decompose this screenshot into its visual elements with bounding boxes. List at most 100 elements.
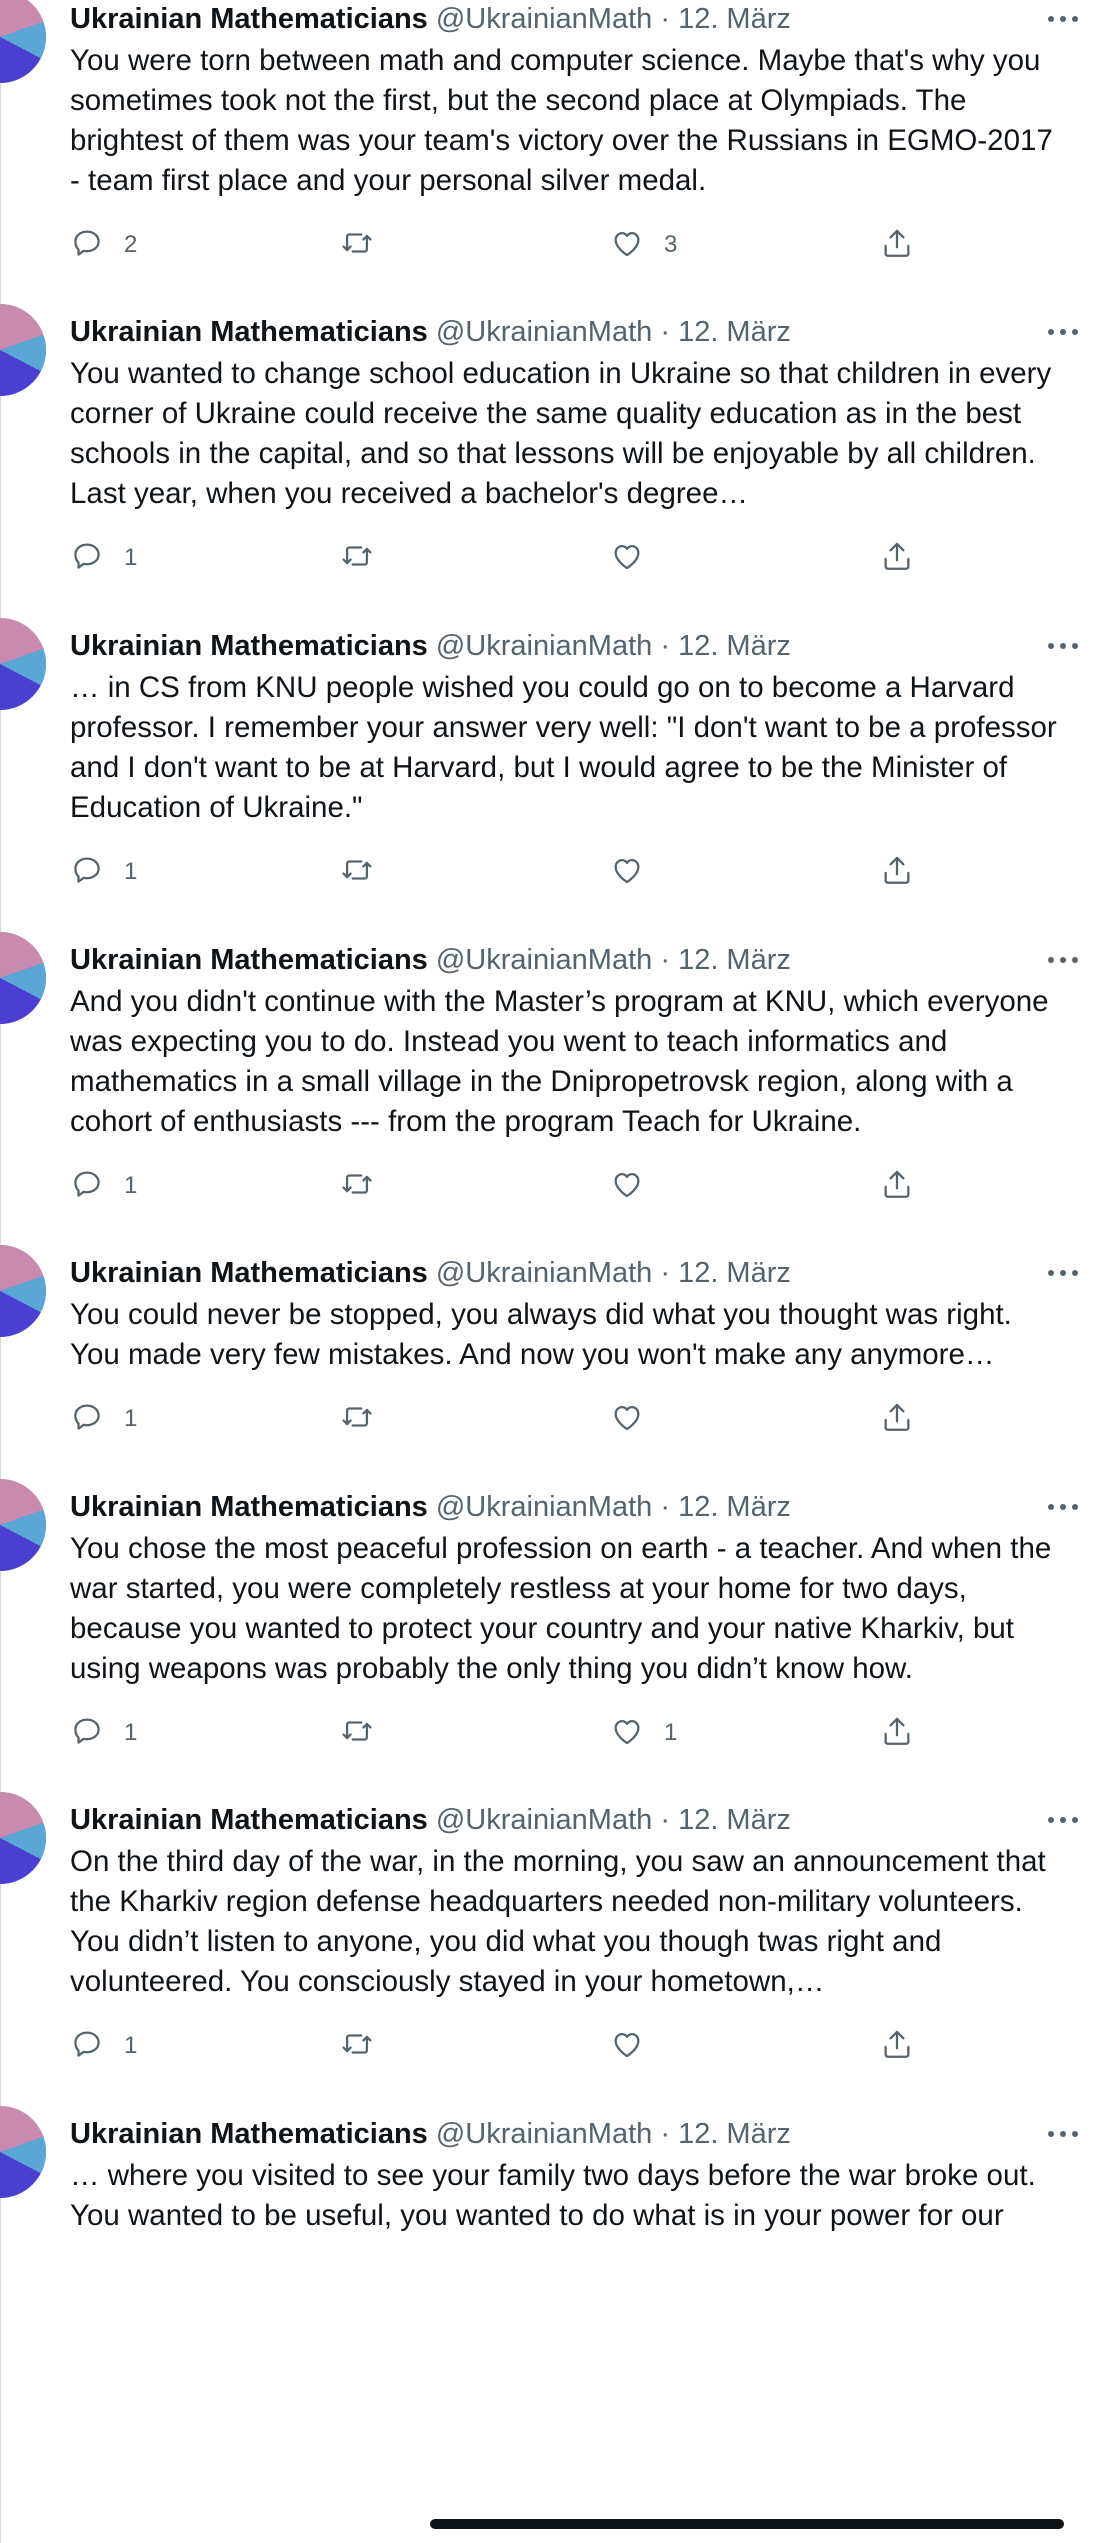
tweet-date[interactable]: 12. März — [678, 3, 791, 35]
author-name[interactable]: Ukrainian Mathematicians — [70, 3, 428, 35]
share-icon — [880, 1400, 914, 1439]
retweet-button[interactable] — [340, 852, 394, 892]
tweet-actions: 11 — [70, 1713, 970, 1753]
tweet-date[interactable]: 12. März — [678, 1257, 791, 1289]
share-button[interactable] — [880, 538, 914, 578]
avatar[interactable] — [0, 0, 46, 83]
tweet-actions: 1 — [70, 852, 970, 892]
heart-icon — [610, 1714, 644, 1753]
retweet-button[interactable] — [340, 1399, 394, 1439]
more-icon[interactable] — [1045, 1808, 1081, 1832]
like-button[interactable] — [610, 852, 664, 892]
reply-button[interactable]: 1 — [70, 1399, 137, 1439]
tweet-header: Ukrainian Mathematicians @UkrainianMath … — [70, 1800, 791, 1840]
like-button[interactable] — [610, 1399, 664, 1439]
retweet-icon — [340, 1714, 374, 1753]
author-handle[interactable]: @UkrainianMath — [436, 316, 652, 348]
tweet-actions: 1 — [70, 538, 970, 578]
reply-button[interactable]: 1 — [70, 852, 137, 892]
author-handle[interactable]: @UkrainianMath — [436, 1257, 652, 1289]
tweet-date[interactable]: 12. März — [678, 630, 791, 662]
author-handle[interactable]: @UkrainianMath — [436, 2118, 652, 2150]
share-icon — [880, 1714, 914, 1753]
home-indicator[interactable] — [430, 2519, 1064, 2529]
meta-separator: · — [652, 2118, 679, 2150]
reply-button[interactable]: 1 — [70, 1166, 137, 1206]
author-name[interactable]: Ukrainian Mathematicians — [70, 1491, 428, 1523]
share-button[interactable] — [880, 852, 914, 892]
avatar[interactable] — [0, 618, 46, 710]
tweet-date[interactable]: 12. März — [678, 1491, 791, 1523]
retweet-button[interactable] — [340, 225, 394, 265]
meta-separator: · — [652, 944, 679, 976]
author-name[interactable]: Ukrainian Mathematicians — [70, 2118, 428, 2150]
share-button[interactable] — [880, 1713, 914, 1753]
reply-button[interactable]: 1 — [70, 2026, 137, 2066]
more-icon[interactable] — [1045, 7, 1081, 31]
retweet-button[interactable] — [340, 538, 394, 578]
more-icon[interactable] — [1045, 320, 1081, 344]
like-button[interactable] — [610, 538, 664, 578]
retweet-button[interactable] — [340, 2026, 394, 2066]
reply-button[interactable]: 1 — [70, 538, 137, 578]
reply-icon — [70, 1400, 104, 1439]
more-icon[interactable] — [1045, 1261, 1081, 1285]
avatar[interactable] — [0, 932, 46, 1024]
share-icon — [880, 1167, 914, 1206]
author-name[interactable]: Ukrainian Mathematicians — [70, 630, 428, 662]
avatar[interactable] — [0, 1792, 46, 1884]
share-button[interactable] — [880, 1166, 914, 1206]
tweet-actions: 23 — [70, 225, 970, 265]
reply-button[interactable]: 1 — [70, 1713, 137, 1753]
retweet-button[interactable] — [340, 1166, 394, 1206]
tweet-date[interactable]: 12. März — [678, 1804, 791, 1836]
author-handle[interactable]: @UkrainianMath — [436, 1804, 652, 1836]
author-handle[interactable]: @UkrainianMath — [436, 1491, 652, 1523]
like-button[interactable]: 1 — [610, 1713, 677, 1753]
tweet-date[interactable]: 12. März — [678, 944, 791, 976]
like-button[interactable]: 3 — [610, 225, 677, 265]
more-icon[interactable] — [1045, 634, 1081, 658]
reply-icon — [70, 1714, 104, 1753]
tweet-header: Ukrainian Mathematicians @UkrainianMath … — [70, 2114, 791, 2154]
more-icon[interactable] — [1045, 2122, 1081, 2146]
like-button[interactable] — [610, 1166, 664, 1206]
like-button[interactable] — [610, 2026, 664, 2066]
share-button[interactable] — [880, 2026, 914, 2066]
reply-icon — [70, 2027, 104, 2066]
tweet-text: You wanted to change school education in… — [70, 357, 1052, 510]
share-icon — [880, 226, 914, 265]
tweet-date[interactable]: 12. März — [678, 2118, 791, 2150]
author-name[interactable]: Ukrainian Mathematicians — [70, 1804, 428, 1836]
more-icon[interactable] — [1045, 1495, 1081, 1519]
share-icon — [880, 2027, 914, 2066]
author-name[interactable]: Ukrainian Mathematicians — [70, 316, 428, 348]
tweet-actions: 1 — [70, 2026, 970, 2066]
more-icon[interactable] — [1045, 948, 1081, 972]
author-handle[interactable]: @UkrainianMath — [436, 630, 652, 662]
tweet-date[interactable]: 12. März — [678, 316, 791, 348]
reply-count: 1 — [124, 1172, 138, 1199]
avatar[interactable] — [0, 2106, 46, 2198]
share-button[interactable] — [880, 225, 914, 265]
tweet-header: Ukrainian Mathematicians @UkrainianMath … — [70, 0, 791, 39]
author-name[interactable]: Ukrainian Mathematicians — [70, 1257, 428, 1289]
tweet-text: … where you visited to see your family t… — [70, 2159, 1036, 2232]
author-handle[interactable]: @UkrainianMath — [436, 3, 652, 35]
tweet-text: You could never be stopped, you always d… — [70, 1298, 1012, 1371]
meta-separator: · — [652, 1491, 679, 1523]
author-name[interactable]: Ukrainian Mathematicians — [70, 944, 428, 976]
like-count: 3 — [664, 231, 678, 258]
retweet-icon — [340, 2027, 374, 2066]
author-handle[interactable]: @UkrainianMath — [436, 944, 652, 976]
heart-icon — [610, 539, 644, 578]
share-button[interactable] — [880, 1399, 914, 1439]
retweet-icon — [340, 1400, 374, 1439]
retweet-button[interactable] — [340, 1713, 394, 1753]
avatar[interactable] — [0, 1245, 46, 1337]
avatar[interactable] — [0, 304, 46, 396]
heart-icon — [610, 2027, 644, 2066]
avatar[interactable] — [0, 1479, 46, 1571]
reply-button[interactable]: 2 — [70, 225, 137, 265]
meta-separator: · — [652, 316, 679, 348]
